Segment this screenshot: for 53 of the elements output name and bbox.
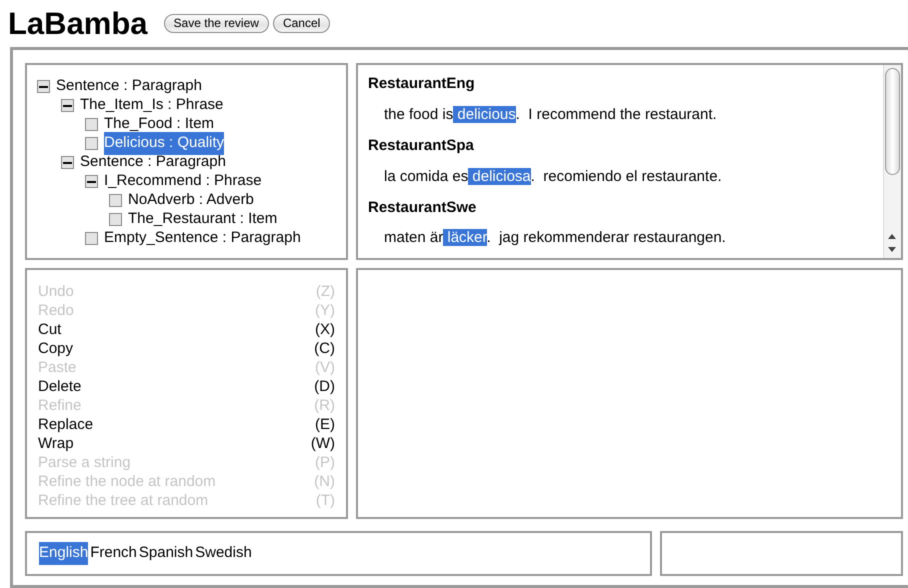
command-label: Refine xyxy=(38,396,82,415)
collapse-icon[interactable] xyxy=(85,175,98,188)
collapse-icon[interactable] xyxy=(61,99,74,112)
grammar-name: RestaurantEng xyxy=(368,74,476,94)
scrollbar[interactable] xyxy=(883,65,901,258)
shortcut-key: (X) xyxy=(315,320,335,339)
menu-item[interactable]: Delete (D) xyxy=(38,377,335,396)
node-box-icon[interactable] xyxy=(109,194,122,207)
node-box-icon[interactable] xyxy=(85,232,98,245)
command-label: Refine the tree at random xyxy=(38,491,208,510)
collapse-icon[interactable] xyxy=(61,156,74,169)
shortcut-key: (D) xyxy=(314,377,335,396)
command-label: Cut xyxy=(38,320,62,339)
shortcut-key: (N) xyxy=(314,472,335,491)
language-option[interactable]: English xyxy=(39,542,88,565)
shortcut-key: (R) xyxy=(314,396,335,415)
command-label: Parse a string xyxy=(38,453,131,472)
command-label: Delete xyxy=(38,377,82,396)
node-box-icon[interactable] xyxy=(85,118,98,131)
command-label: Paste xyxy=(38,358,76,377)
command-label: Undo xyxy=(38,282,74,301)
linearization-text: the food is delicious. I recommend the restaurant. xyxy=(384,104,718,125)
shortcut-key: (Y) xyxy=(315,301,335,320)
shortcut-key: (T) xyxy=(316,491,335,510)
linearization-text: maten är läcker. jag rekommenderar restaurangen. xyxy=(384,228,727,248)
language-option[interactable]: Swedish xyxy=(195,542,252,565)
command-label: Copy xyxy=(38,339,74,358)
linearization-text: la comida es deliciosa. recomiendo el restaurante. xyxy=(384,166,723,187)
cancel-button[interactable]: Cancel xyxy=(272,14,330,33)
command-label: Refine the node at random xyxy=(38,472,216,491)
collapse-icon[interactable] xyxy=(37,80,50,93)
shortcut-key: (V) xyxy=(315,358,335,377)
shortcut-key: (W) xyxy=(310,434,335,453)
command-label: Redo xyxy=(38,301,74,320)
command-label: Replace xyxy=(38,415,94,434)
shortcut-key: (E) xyxy=(315,415,335,434)
node-box-icon[interactable] xyxy=(109,213,122,226)
language-option[interactable]: Spanish xyxy=(138,542,194,565)
command-label: Wrap xyxy=(38,434,74,453)
menu-item[interactable]: Replace (E) xyxy=(38,415,335,434)
grammar-name: RestaurantSpa xyxy=(368,136,475,156)
menu-item[interactable]: Cut (X) xyxy=(38,320,335,339)
tree-node[interactable]: Delicious : Quality xyxy=(104,132,224,155)
shortcut-key: (P) xyxy=(315,453,335,472)
shortcut-key: (C) xyxy=(314,339,335,358)
app-title: LaBamba xyxy=(8,8,148,39)
menu-item[interactable]: Copy (C) xyxy=(38,339,335,358)
language-option[interactable]: French xyxy=(90,542,137,565)
shortcut-key: (Z) xyxy=(316,282,335,301)
save-button[interactable]: Save the review xyxy=(164,14,269,33)
grammar-name: RestaurantSwe xyxy=(368,198,478,218)
menu-item[interactable]: Wrap (W) xyxy=(38,434,335,453)
node-box-icon[interactable] xyxy=(85,137,98,150)
